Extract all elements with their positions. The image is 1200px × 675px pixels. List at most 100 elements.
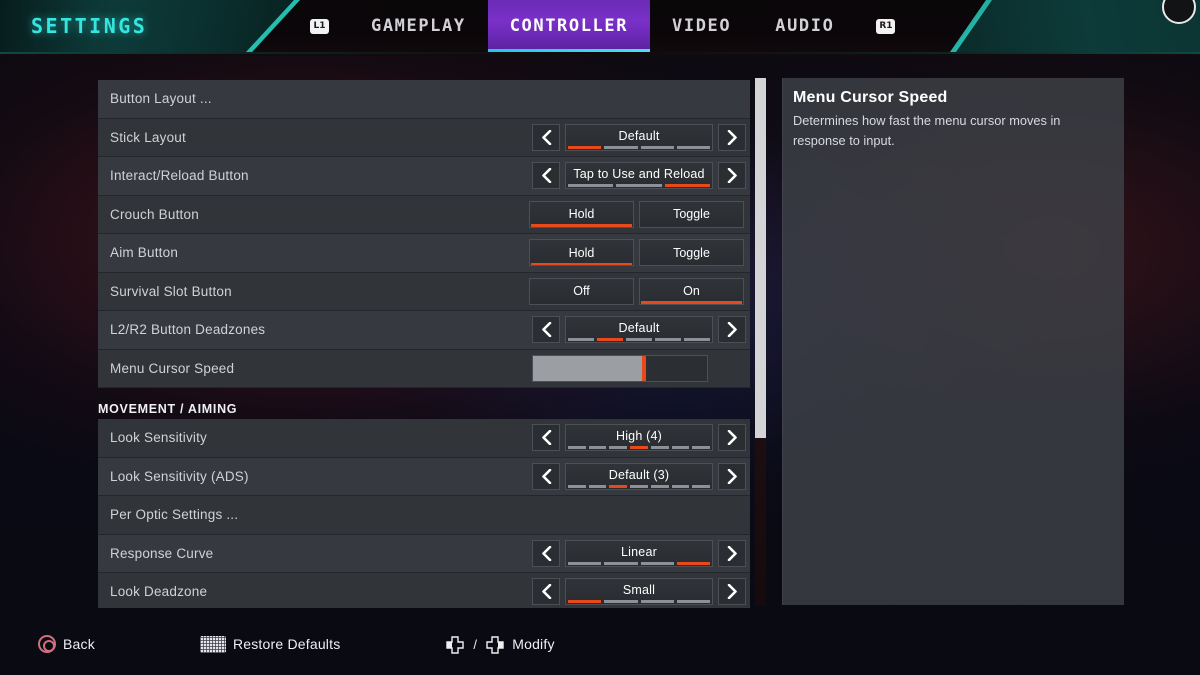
stepper-value-box[interactable]: Linear: [565, 539, 713, 567]
option-off[interactable]: Off: [529, 277, 634, 305]
chevron-right-icon[interactable]: [718, 424, 746, 452]
setting-control[interactable]: Small: [532, 573, 746, 608]
tab-controller[interactable]: CONTROLLER: [487, 0, 651, 52]
slider-control[interactable]: [532, 354, 708, 382]
settings-row-look-sensitivity[interactable]: Look Sensitivity High (4): [98, 419, 750, 458]
settings-scrollbar-track[interactable]: [755, 78, 766, 606]
chevron-left-icon[interactable]: [532, 123, 560, 151]
footer-restore-defaults-action[interactable]: Restore Defaults: [199, 635, 341, 653]
stepper-control[interactable]: Small: [532, 578, 746, 606]
stepper-control[interactable]: Linear: [532, 539, 746, 567]
touchpad-icon: [199, 635, 226, 653]
settings-row-response-curve[interactable]: Response Curve Linear: [98, 534, 750, 573]
chevron-left-icon[interactable]: [532, 162, 560, 190]
stepper-value: Linear: [621, 544, 657, 559]
option-pair[interactable]: Hold Toggle: [529, 239, 744, 267]
chevron-left-icon[interactable]: [532, 462, 560, 490]
option-pair[interactable]: Off On: [529, 277, 744, 305]
stepper-value: Small: [622, 583, 656, 598]
setting-control[interactable]: Off On: [529, 273, 744, 311]
slider-handle[interactable]: [642, 355, 647, 381]
description-title: Menu Cursor Speed: [793, 89, 948, 106]
chevron-right-icon[interactable]: [718, 539, 746, 567]
footer-restore-label: Restore Defaults: [232, 636, 341, 652]
settings-row-crouch-button[interactable]: Crouch Button Hold Toggle: [98, 195, 750, 234]
settings-row-look-sensitivity-ads[interactable]: Look Sensitivity (ADS) Default (3): [98, 457, 750, 496]
stepper-segments: [568, 145, 710, 149]
footer-modify-separator: /: [473, 636, 478, 652]
tab-video[interactable]: VIDEO: [650, 0, 753, 52]
setting-control[interactable]: Linear: [532, 535, 746, 573]
setting-control[interactable]: [532, 350, 708, 388]
settings-row-l2-r2-button-deadzones[interactable]: L2/R2 Button Deadzones Default: [98, 311, 750, 350]
stepper-segments: [568, 561, 710, 565]
settings-row-button-layout[interactable]: Button Layout ...: [98, 80, 750, 119]
settings-row-stick-layout[interactable]: Stick Layout Default: [98, 118, 750, 157]
description-body: Determines how fast the menu cursor move…: [793, 113, 1061, 148]
setting-control[interactable]: Default: [532, 119, 746, 157]
stepper-control[interactable]: Default (3): [532, 462, 746, 490]
chevron-right-icon[interactable]: [718, 123, 746, 151]
stepper-value-box[interactable]: Default: [565, 316, 713, 344]
slider-fill: [533, 355, 645, 381]
chevron-left-icon[interactable]: [532, 424, 560, 452]
setting-label: Interact/Reload Button: [110, 168, 249, 184]
setting-label: Look Deadzone: [110, 584, 208, 600]
stepper-segment: [588, 484, 607, 488]
chevron-right-icon[interactable]: [718, 316, 746, 344]
settings-scrollbar-thumb[interactable]: [755, 78, 766, 438]
stepper-segments: [568, 600, 710, 604]
option-pair[interactable]: Hold Toggle: [529, 200, 744, 228]
stepper-segment: [684, 338, 710, 342]
setting-control[interactable]: High (4): [532, 419, 746, 457]
settings-row-menu-cursor-speed[interactable]: Menu Cursor Speed: [98, 349, 750, 388]
stepper-control[interactable]: Default: [532, 316, 746, 344]
setting-control[interactable]: Default (3): [532, 458, 746, 496]
stepper-segment: [616, 184, 662, 188]
stepper-segment: [568, 446, 586, 450]
settings-row-look-deadzone[interactable]: Look Deadzone Small: [98, 573, 750, 608]
setting-label: Response Curve: [110, 545, 214, 561]
stepper-segment: [664, 184, 710, 188]
tab-gameplay[interactable]: GAMEPLAY: [349, 0, 488, 52]
settings-row-aim-button[interactable]: Aim Button Hold Toggle: [98, 234, 750, 273]
option-hold[interactable]: Hold: [529, 239, 634, 267]
settings-row-interact-reload-button[interactable]: Interact/Reload Button Tap to Use and Rel…: [98, 157, 750, 196]
option-on[interactable]: On: [639, 277, 744, 305]
settings-row-per-optic-settings[interactable]: Per Optic Settings ...: [98, 496, 750, 535]
setting-control[interactable]: Default: [532, 311, 746, 349]
r1-bumper-icon: R1: [876, 18, 896, 34]
setting-control[interactable]: Hold Toggle: [529, 196, 744, 234]
footer-back-action[interactable]: Back: [38, 635, 95, 653]
stepper-segments: [568, 484, 711, 488]
stepper-value-box[interactable]: Default (3): [565, 462, 713, 490]
circle-button-icon: [38, 635, 56, 653]
setting-control[interactable]: Tap to Use and Reload: [532, 157, 746, 195]
chevron-right-icon[interactable]: [718, 462, 746, 490]
option-toggle[interactable]: Toggle: [639, 239, 744, 267]
footer-modify-action[interactable]: / Modify: [445, 635, 554, 654]
stepper-value: Default (3): [608, 467, 670, 482]
settings-list[interactable]: Button Layout ... Stick Layout Default Inte…: [98, 80, 750, 608]
settings-row-survival-slot-button[interactable]: Survival Slot Button Off On: [98, 272, 750, 311]
stepper-value-box[interactable]: Tap to Use and Reload: [565, 162, 713, 190]
stepper-value-box[interactable]: Small: [565, 578, 713, 606]
tab-audio[interactable]: AUDIO: [753, 0, 856, 52]
stepper-value-box[interactable]: Default: [565, 123, 713, 151]
stepper-control[interactable]: Default: [532, 123, 746, 151]
chevron-right-icon[interactable]: [718, 578, 746, 606]
stepper-segment: [655, 338, 681, 342]
chevron-left-icon[interactable]: [532, 539, 560, 567]
option-toggle[interactable]: Toggle: [639, 200, 744, 228]
tab-spacer-right: [856, 26, 876, 27]
stepper-value: Tap to Use and Reload: [573, 167, 705, 182]
setting-control[interactable]: Hold Toggle: [529, 234, 744, 272]
chevron-right-icon[interactable]: [718, 162, 746, 190]
stepper-value-box[interactable]: High (4): [565, 424, 713, 452]
option-hold[interactable]: Hold: [529, 200, 634, 228]
stepper-control[interactable]: High (4): [532, 424, 746, 452]
chevron-left-icon[interactable]: [532, 578, 560, 606]
tab-spacer-left: [329, 26, 349, 27]
stepper-control[interactable]: Tap to Use and Reload: [532, 162, 746, 190]
chevron-left-icon[interactable]: [532, 316, 560, 344]
